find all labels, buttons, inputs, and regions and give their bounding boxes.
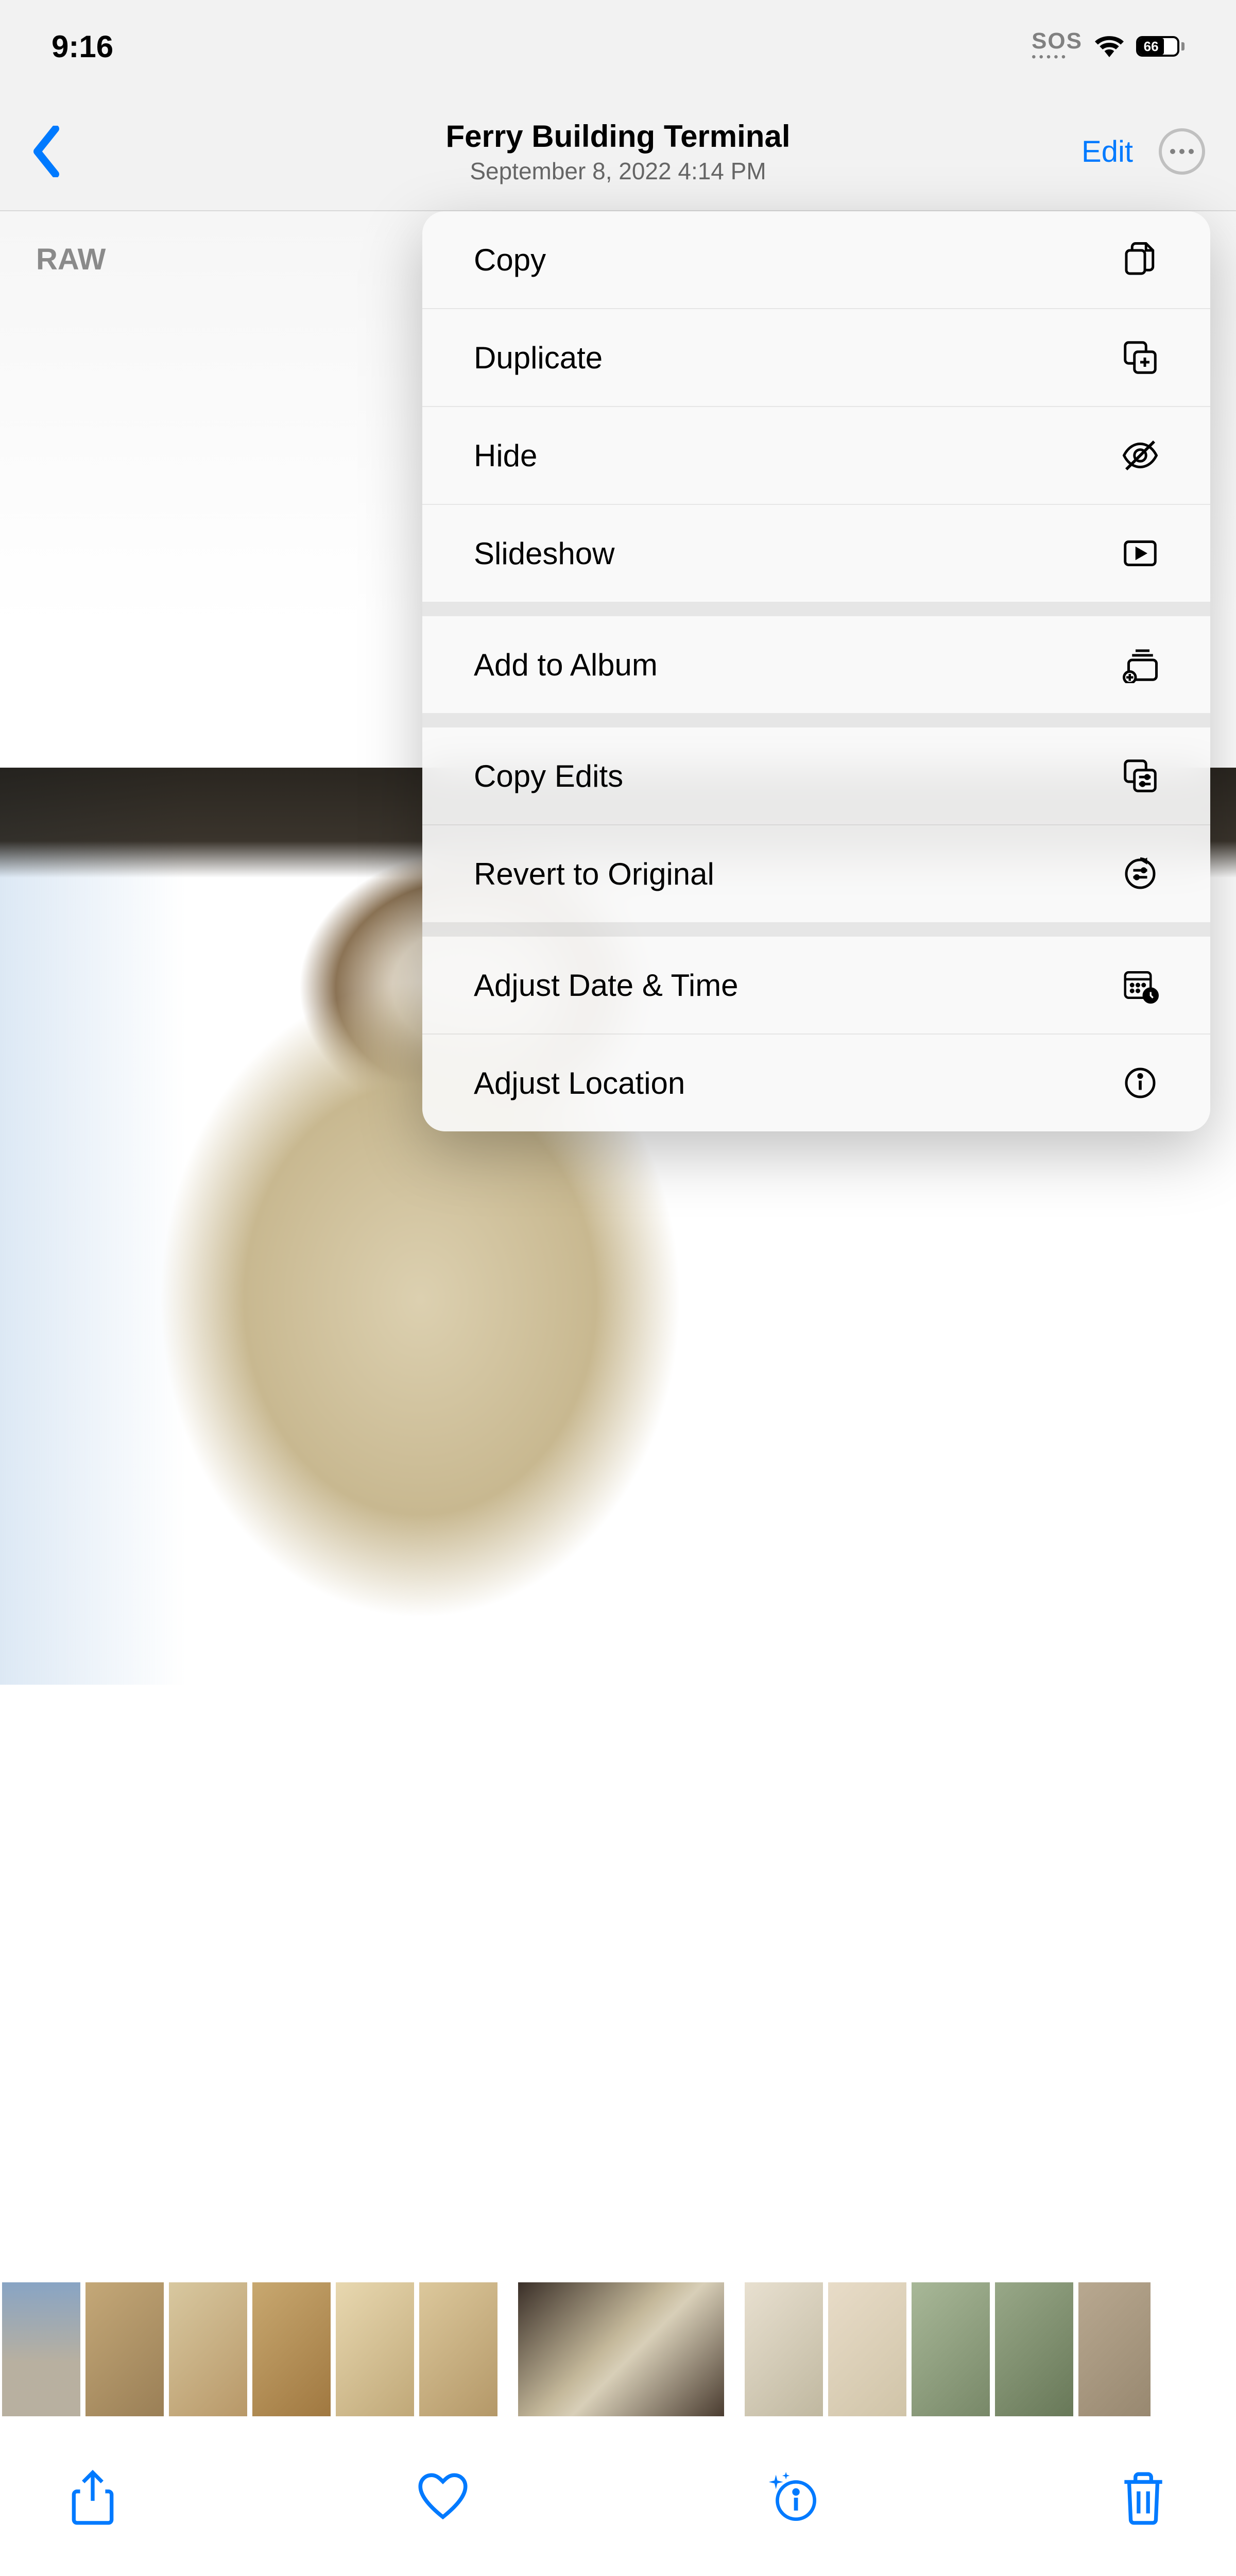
- hide-icon: [1122, 437, 1159, 474]
- status-indicators: SOS ••••• 66: [1032, 28, 1184, 64]
- trash-icon: [1118, 2469, 1169, 2526]
- copy-icon: [1122, 241, 1159, 278]
- wifi-icon: [1095, 35, 1124, 58]
- menu-separator: [422, 714, 1210, 727]
- menu-label: Adjust Date & Time: [474, 968, 739, 1003]
- actions-context-menu: Copy Duplicate Hide Slideshow Add: [422, 211, 1210, 1131]
- navigation-bar: Ferry Building Terminal September 8, 202…: [0, 93, 1236, 211]
- menu-item-duplicate[interactable]: Duplicate: [422, 309, 1210, 407]
- thumbnail[interactable]: [995, 2282, 1073, 2416]
- share-icon: [67, 2469, 118, 2526]
- thumbnail[interactable]: [85, 2282, 164, 2416]
- sos-indicator: SOS •••••: [1032, 28, 1083, 64]
- slideshow-icon: [1122, 535, 1159, 572]
- thumbnail-strip[interactable]: [0, 2282, 1236, 2416]
- menu-item-adjust-date[interactable]: Adjust Date & Time: [422, 937, 1210, 1035]
- photo-location-title: Ferry Building Terminal: [446, 118, 791, 154]
- menu-item-revert[interactable]: Revert to Original: [422, 825, 1210, 923]
- heart-icon: [417, 2469, 469, 2526]
- raw-format-badge: RAW: [36, 242, 106, 277]
- bottom-toolbar: [0, 2432, 1236, 2566]
- photo-date-subtitle: September 8, 2022 4:14 PM: [446, 157, 791, 185]
- menu-label: Slideshow: [474, 536, 615, 571]
- menu-label: Adjust Location: [474, 1065, 685, 1101]
- menu-label: Copy Edits: [474, 758, 623, 794]
- thumbnail[interactable]: [1078, 2282, 1151, 2416]
- status-bar: 9:16 SOS ••••• 66: [0, 0, 1236, 93]
- thumbnail[interactable]: [169, 2282, 247, 2416]
- thumbnail-selected[interactable]: [518, 2282, 724, 2416]
- menu-item-add-to-album[interactable]: Add to Album: [422, 616, 1210, 714]
- menu-label: Hide: [474, 438, 537, 473]
- delete-button[interactable]: [1118, 2469, 1169, 2529]
- nav-title-group: Ferry Building Terminal September 8, 202…: [446, 118, 791, 185]
- thumbnail[interactable]: [419, 2282, 497, 2416]
- thumbnail[interactable]: [2, 2282, 80, 2416]
- menu-item-hide[interactable]: Hide: [422, 407, 1210, 505]
- location-info-icon: [1122, 1064, 1159, 1101]
- thumbnail[interactable]: [745, 2282, 823, 2416]
- menu-label: Copy: [474, 242, 546, 278]
- thumbnail[interactable]: [252, 2282, 331, 2416]
- share-button[interactable]: [67, 2469, 118, 2529]
- battery-indicator: 66: [1136, 36, 1184, 57]
- more-actions-button[interactable]: [1159, 128, 1205, 175]
- duplicate-icon: [1122, 339, 1159, 376]
- info-sparkle-icon: [767, 2469, 819, 2526]
- menu-separator: [422, 603, 1210, 616]
- menu-label: Revert to Original: [474, 856, 714, 892]
- thumbnail[interactable]: [828, 2282, 906, 2416]
- menu-item-adjust-location[interactable]: Adjust Location: [422, 1035, 1210, 1131]
- status-time: 9:16: [52, 29, 113, 64]
- menu-label: Duplicate: [474, 340, 603, 376]
- copy-edits-icon: [1122, 757, 1159, 794]
- menu-item-copy-edits[interactable]: Copy Edits: [422, 727, 1210, 825]
- thumbnail[interactable]: [912, 2282, 990, 2416]
- menu-item-copy[interactable]: Copy: [422, 211, 1210, 309]
- menu-label: Add to Album: [474, 647, 658, 683]
- menu-separator: [422, 923, 1210, 937]
- back-button[interactable]: [31, 126, 62, 177]
- revert-icon: [1122, 855, 1159, 892]
- edit-button[interactable]: Edit: [1082, 134, 1133, 169]
- add-album-icon: [1122, 646, 1159, 683]
- thumbnail[interactable]: [336, 2282, 414, 2416]
- favorite-button[interactable]: [417, 2469, 469, 2529]
- menu-item-slideshow[interactable]: Slideshow: [422, 505, 1210, 603]
- calendar-clock-icon: [1122, 967, 1159, 1004]
- info-button[interactable]: [767, 2469, 819, 2529]
